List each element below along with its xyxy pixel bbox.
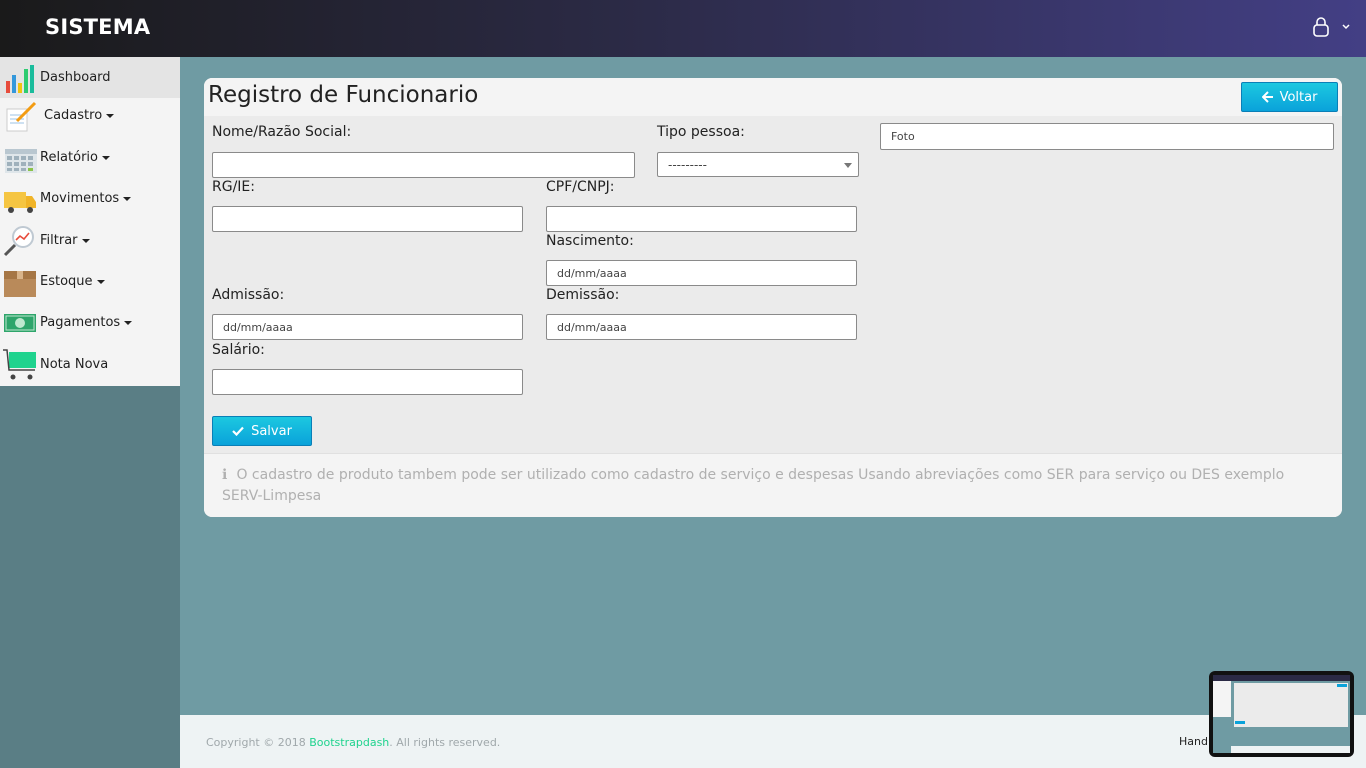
arrow-left-icon bbox=[1261, 91, 1273, 103]
notepad-pencil-icon bbox=[6, 101, 37, 131]
sidebar-item-pagamentos[interactable]: Pagamentos bbox=[0, 302, 180, 343]
box-icon bbox=[4, 270, 36, 297]
page-title: Registro de Funcionario bbox=[208, 82, 479, 108]
preview-thumbnail-content bbox=[1213, 675, 1350, 753]
rg-input[interactable] bbox=[212, 206, 523, 232]
demissao-label: Demissão: bbox=[546, 287, 620, 303]
info-note: ℹ O cadastro de produto tambem pode ser … bbox=[222, 465, 1322, 507]
chevron-down-icon[interactable] bbox=[1342, 24, 1350, 30]
cart-icon bbox=[3, 348, 36, 379]
demissao-input[interactable]: dd/mm/aaaa bbox=[546, 314, 857, 340]
salario-input[interactable] bbox=[212, 369, 523, 395]
sidebar: Dashboard Cadastro Relatório Movimentos … bbox=[0, 57, 180, 386]
sidebar-item-filtrar[interactable]: Filtrar bbox=[0, 220, 180, 261]
sidebar-item-label: Filtrar bbox=[40, 233, 78, 248]
info-icon: ℹ bbox=[222, 467, 228, 483]
admissao-label: Admissão: bbox=[212, 287, 285, 303]
back-button[interactable]: Voltar bbox=[1241, 82, 1338, 112]
copyright-prefix: Copyright © 2018 bbox=[206, 736, 310, 749]
nascimento-label: Nascimento: bbox=[546, 233, 634, 249]
sidebar-item-label-wrap: Movimentos bbox=[40, 191, 132, 206]
bar-chart-icon bbox=[6, 64, 34, 93]
tipo-pessoa-select[interactable]: --------- bbox=[657, 152, 859, 177]
rg-label: RG/IE: bbox=[212, 179, 255, 195]
user-icon[interactable] bbox=[1312, 16, 1330, 38]
sidebar-item-label: Pagamentos bbox=[40, 315, 121, 330]
preview-thumbnail[interactable] bbox=[1209, 671, 1354, 757]
sidebar-item-label: Relatório bbox=[40, 150, 98, 165]
sidebar-item-label: Dashboard bbox=[40, 70, 111, 85]
sidebar-item-label-wrap: Relatório bbox=[40, 150, 110, 165]
select-arrow-icon bbox=[844, 163, 852, 168]
top-navbar: SISTEMA bbox=[0, 0, 1366, 57]
caret-down-icon bbox=[124, 320, 133, 325]
form-card: Registro de Funcionario Voltar Nome/Razã… bbox=[204, 78, 1342, 517]
caret-down-icon bbox=[96, 279, 105, 284]
save-button-label: Salvar bbox=[251, 423, 292, 439]
sidebar-item-label: Nota Nova bbox=[40, 357, 109, 372]
sidebar-item-label-wrap: Cadastro bbox=[44, 108, 115, 123]
salario-label: Salário: bbox=[212, 342, 265, 358]
sidebar-item-label: Movimentos bbox=[40, 191, 120, 206]
check-icon bbox=[232, 426, 244, 436]
sidebar-item-label-wrap: Pagamentos bbox=[40, 315, 133, 330]
nome-label: Nome/Razão Social: bbox=[212, 124, 352, 140]
copyright: Copyright © 2018 Bootstrapdash. All righ… bbox=[206, 736, 500, 749]
sidebar-item-estoque[interactable]: Estoque bbox=[0, 261, 180, 302]
save-button[interactable]: Salvar bbox=[212, 416, 312, 446]
caret-down-icon bbox=[123, 196, 132, 201]
magnifier-chart-icon bbox=[3, 225, 34, 256]
money-icon bbox=[4, 313, 36, 332]
sidebar-item-label-wrap: Filtrar bbox=[40, 233, 90, 248]
cpf-input[interactable] bbox=[546, 206, 857, 232]
caret-down-icon bbox=[106, 113, 115, 118]
info-note-text: O cadastro de produto tambem pode ser ut… bbox=[222, 467, 1285, 504]
card-header: Registro de Funcionario Voltar bbox=[204, 78, 1342, 116]
sidebar-item-movimentos[interactable]: Movimentos bbox=[0, 178, 180, 219]
calendar-grid-icon bbox=[5, 148, 37, 173]
cpf-label: CPF/CNPJ: bbox=[546, 179, 615, 195]
copyright-suffix: . All rights reserved. bbox=[389, 736, 501, 749]
truck-icon bbox=[4, 191, 36, 213]
footer-right-text: Hand bbox=[1179, 735, 1208, 748]
tipo-pessoa-value: --------- bbox=[668, 157, 707, 172]
foto-field[interactable]: Foto bbox=[880, 123, 1334, 150]
sidebar-item-label: Cadastro bbox=[44, 108, 103, 123]
user-menu[interactable] bbox=[1312, 16, 1350, 38]
sidebar-item-label: Estoque bbox=[40, 274, 93, 289]
card-footer: ℹ O cadastro de produto tambem pode ser … bbox=[204, 453, 1342, 517]
back-button-label: Voltar bbox=[1279, 89, 1318, 105]
sidebar-item-cadastro[interactable]: Cadastro bbox=[0, 95, 180, 136]
nome-input[interactable] bbox=[212, 152, 635, 178]
sidebar-item-label-wrap: Estoque bbox=[40, 274, 105, 289]
page-footer: Copyright © 2018 Bootstrapdash. All righ… bbox=[180, 715, 1366, 768]
tipo-pessoa-label: Tipo pessoa: bbox=[657, 124, 745, 140]
admissao-input[interactable]: dd/mm/aaaa bbox=[212, 314, 523, 340]
sidebar-item-dashboard[interactable]: Dashboard bbox=[0, 57, 180, 98]
caret-down-icon bbox=[81, 238, 90, 243]
bootstrapdash-link[interactable]: Bootstrapdash bbox=[309, 736, 389, 749]
brand-logo[interactable]: SISTEMA bbox=[45, 15, 150, 39]
caret-down-icon bbox=[102, 155, 110, 160]
sidebar-item-nota-nova[interactable]: Nota Nova bbox=[0, 344, 180, 385]
sidebar-item-relatorio[interactable]: Relatório bbox=[0, 137, 180, 178]
nascimento-input[interactable]: dd/mm/aaaa bbox=[546, 260, 857, 286]
